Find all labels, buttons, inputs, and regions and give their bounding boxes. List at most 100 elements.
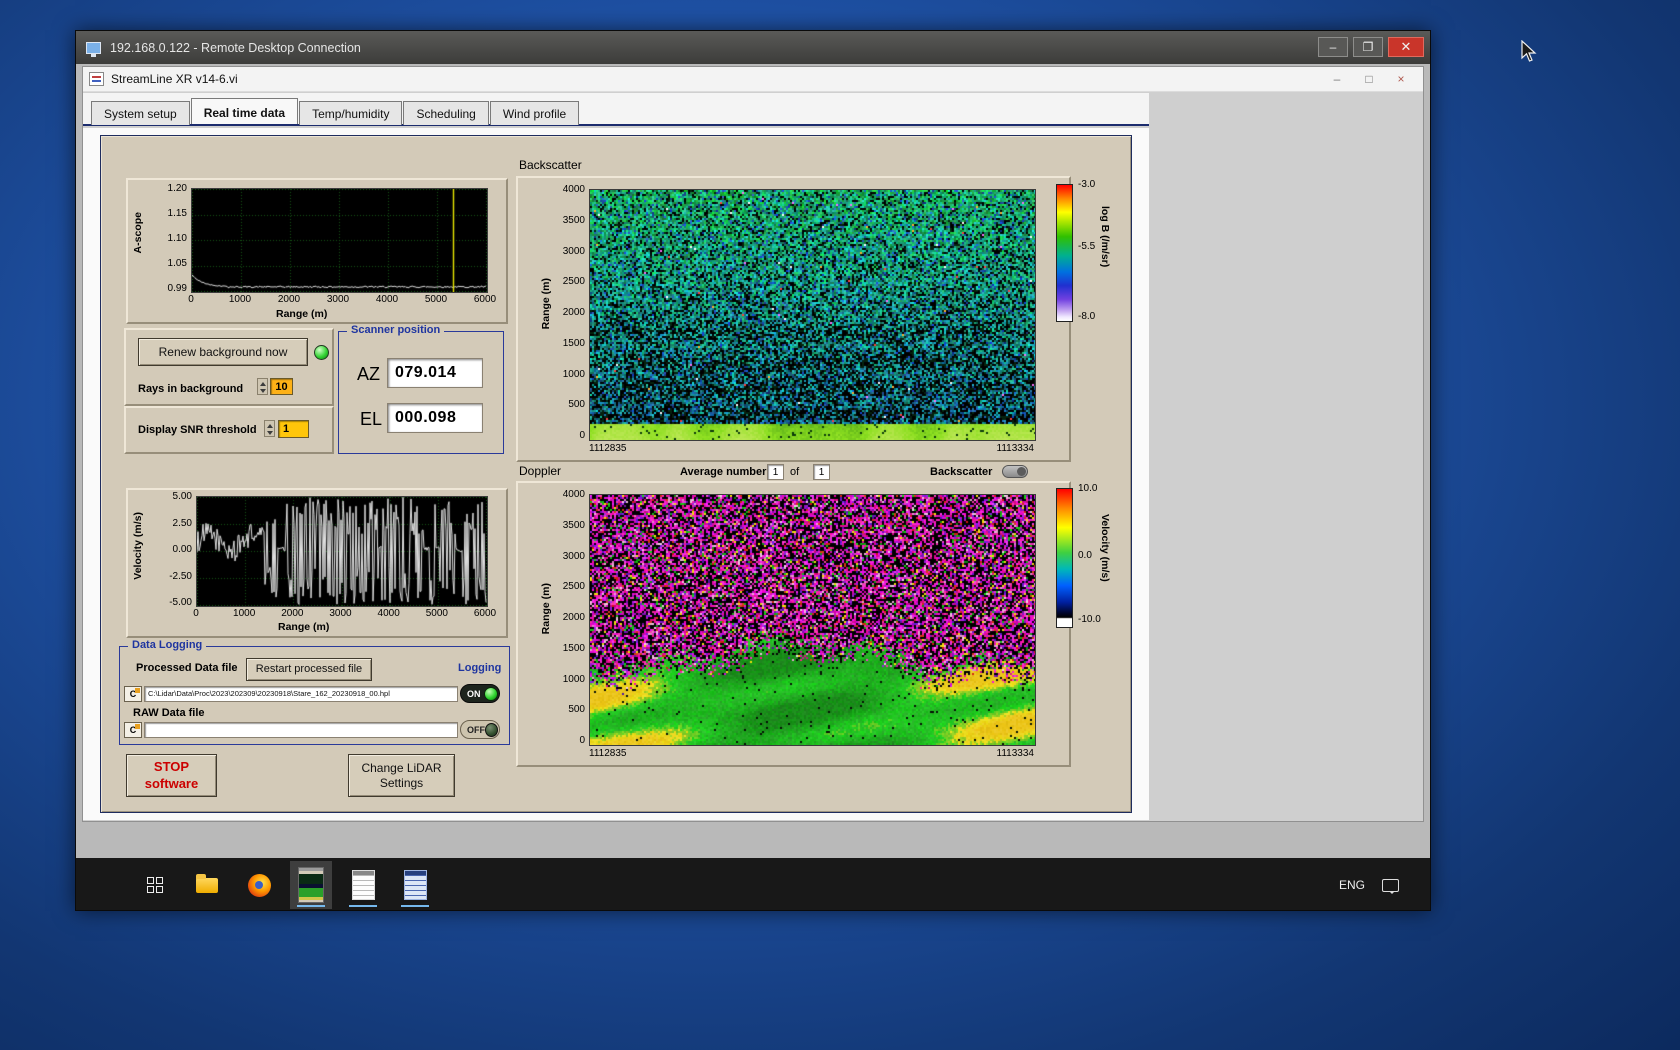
logging-off-toggle[interactable]: OFF bbox=[460, 720, 500, 739]
rdp-minimize-button[interactable]: – bbox=[1318, 37, 1348, 57]
restart-processed-file-button[interactable]: Restart processed file bbox=[246, 658, 372, 681]
axis-tick-label: 2500 bbox=[562, 581, 585, 593]
rays-value-field[interactable]: 10 bbox=[270, 378, 293, 395]
stop-software-button[interactable]: STOP software bbox=[126, 754, 217, 797]
processed-drive-button[interactable]: C bbox=[124, 686, 142, 702]
doppler-cb-tick: 10.0 bbox=[1078, 483, 1098, 494]
axis-tick-label: 5.00 bbox=[172, 491, 192, 502]
axis-tick-label: 0 bbox=[579, 430, 585, 441]
snr-value-field[interactable]: 1 bbox=[278, 420, 309, 438]
axis-tick-label: 3500 bbox=[562, 519, 585, 531]
backscatter-toggle-switch[interactable] bbox=[1002, 465, 1028, 478]
axis-tick-label: 1000 bbox=[562, 368, 585, 380]
axis-tick-label: 3000 bbox=[329, 608, 352, 619]
axis-tick-label: 0 bbox=[579, 735, 585, 746]
axis-tick-label: 2500 bbox=[562, 276, 585, 288]
axis-tick-label: 1000 bbox=[562, 673, 585, 685]
axis-tick-label: 1500 bbox=[562, 642, 585, 654]
rdp-computer-icon bbox=[86, 41, 101, 57]
backscatter-cb-tick: -8.0 bbox=[1078, 311, 1096, 322]
doppler-canvas bbox=[589, 494, 1036, 746]
axis-tick-label: 2000 bbox=[562, 612, 585, 623]
raw-data-file-label: RAW Data file bbox=[133, 707, 205, 719]
axis-tick-label: 500 bbox=[568, 704, 585, 716]
ascope-panel: A-scope Range (m) 1.20 1.15 1.10 1.05 0.99 0 1… bbox=[126, 178, 508, 324]
backscatter-x-end: 1113334 bbox=[996, 443, 1034, 454]
taskbar: ENG bbox=[76, 858, 1430, 910]
rdp-close-button[interactable]: ✕ bbox=[1388, 37, 1424, 57]
backscatter-graph: Range (m) 1112835 1113334 -3.0 -5.5 -8.0… bbox=[516, 176, 1095, 462]
file-explorer-button[interactable] bbox=[186, 861, 228, 909]
renew-background-button[interactable]: Renew background now bbox=[138, 338, 308, 366]
firefox-button[interactable] bbox=[238, 861, 280, 909]
data-logging-group: Data Logging Processed Data file Restart… bbox=[119, 639, 510, 745]
axis-tick-label: 3000 bbox=[326, 294, 350, 305]
backscatter-toggle-label: Backscatter bbox=[930, 466, 993, 478]
average-total-field[interactable]: 1 bbox=[813, 464, 830, 480]
backscatter-cb-tick: -3.0 bbox=[1078, 179, 1096, 190]
backscatter-canvas bbox=[589, 189, 1036, 441]
notification-button[interactable] bbox=[1372, 858, 1408, 910]
backscatter-title: Backscatter bbox=[519, 158, 582, 172]
app-window: StreamLine XR v14-6.vi – □ × System setu… bbox=[82, 66, 1424, 822]
axis-tick-label: 4000 bbox=[562, 489, 585, 500]
axis-tick-label: 4000 bbox=[375, 294, 399, 305]
average-number-label: Average number bbox=[680, 466, 767, 478]
off-label: OFF bbox=[467, 724, 485, 735]
streamline-taskbar-button[interactable] bbox=[290, 861, 332, 909]
tab-bar: System setup Real time data Temp/humidit… bbox=[83, 93, 1149, 126]
rays-in-background-label: Rays in background bbox=[138, 383, 244, 395]
language-indicator[interactable]: ENG bbox=[1332, 858, 1372, 910]
rays-spinner[interactable] bbox=[257, 378, 268, 395]
snr-spinner[interactable] bbox=[264, 420, 275, 437]
logging-off-led bbox=[485, 722, 498, 737]
rdp-restore-button[interactable]: ❐ bbox=[1353, 37, 1383, 57]
raw-path-field[interactable] bbox=[144, 722, 458, 738]
average-of-label: of bbox=[790, 466, 800, 478]
tab-system-setup[interactable]: System setup bbox=[91, 101, 190, 125]
axis-tick-label: -5.00 bbox=[169, 597, 192, 608]
axis-tick-label: 0 bbox=[188, 294, 194, 305]
logging-label: Logging bbox=[458, 662, 502, 674]
app-close-button[interactable]: × bbox=[1385, 69, 1417, 89]
axis-tick-label: 0.00 bbox=[172, 544, 192, 555]
processed-path-field[interactable]: C:\Lidar\Data\Proc\2023\202309\20230918\… bbox=[144, 686, 458, 702]
raw-drive-button[interactable]: C bbox=[124, 722, 142, 738]
axis-tick-label: 5000 bbox=[425, 608, 448, 619]
change-lidar-settings-button[interactable]: Change LiDAR Settings bbox=[348, 754, 455, 797]
stop-line2: software bbox=[144, 775, 199, 791]
logging-on-led bbox=[484, 686, 498, 701]
app-titlebar[interactable]: StreamLine XR v14-6.vi – □ × bbox=[83, 67, 1423, 92]
app-minimize-button[interactable]: – bbox=[1321, 69, 1353, 89]
rdp-title: 192.168.0.122 - Remote Desktop Connectio… bbox=[110, 40, 361, 55]
doppler-graph: Range (m) 1112835 1113334 10.0 0.0 -10.0… bbox=[516, 481, 1101, 767]
tab-wind-profile[interactable]: Wind profile bbox=[489, 101, 580, 125]
velocity-x-axis-label: Range (m) bbox=[278, 621, 330, 633]
scanner-position-group: Scanner position AZ 079.014 EL 000.098 bbox=[338, 324, 504, 454]
windows-logo-icon bbox=[147, 877, 163, 893]
average-number-field[interactable]: 1 bbox=[767, 464, 784, 480]
backscatter-colorbar bbox=[1056, 184, 1073, 322]
doppler-colorbar-label: Velocity (m/s) bbox=[1099, 514, 1111, 582]
scan-scheduler-taskbar-button[interactable] bbox=[342, 861, 384, 909]
axis-tick-label: 1.15 bbox=[167, 208, 187, 219]
axis-tick-label: 3000 bbox=[562, 245, 585, 257]
background-controls-box: Renew background now Rays in background … bbox=[124, 328, 334, 406]
tab-real-time-data[interactable]: Real time data bbox=[190, 98, 299, 124]
tab-temp-humidity[interactable]: Temp/humidity bbox=[299, 101, 403, 125]
app-restore-button[interactable]: □ bbox=[1353, 69, 1385, 89]
axis-tick-label: 5000 bbox=[424, 294, 448, 305]
secondary-app-taskbar-button[interactable] bbox=[394, 861, 436, 909]
axis-tick-label: 1000 bbox=[233, 608, 256, 619]
logging-on-toggle[interactable]: ON bbox=[460, 684, 500, 703]
start-button[interactable] bbox=[134, 861, 176, 909]
axis-tick-label: 0.99 bbox=[167, 283, 187, 294]
el-value: 000.098 bbox=[387, 403, 483, 433]
data-logging-title: Data Logging bbox=[128, 639, 207, 651]
tab-scheduling[interactable]: Scheduling bbox=[403, 101, 489, 125]
chat-bubble-icon bbox=[1381, 878, 1399, 894]
rdp-titlebar[interactable]: 192.168.0.122 - Remote Desktop Connectio… bbox=[76, 31, 1430, 64]
renew-led bbox=[314, 345, 329, 360]
blue-window-icon bbox=[403, 870, 427, 900]
vi-file-icon bbox=[89, 72, 104, 86]
